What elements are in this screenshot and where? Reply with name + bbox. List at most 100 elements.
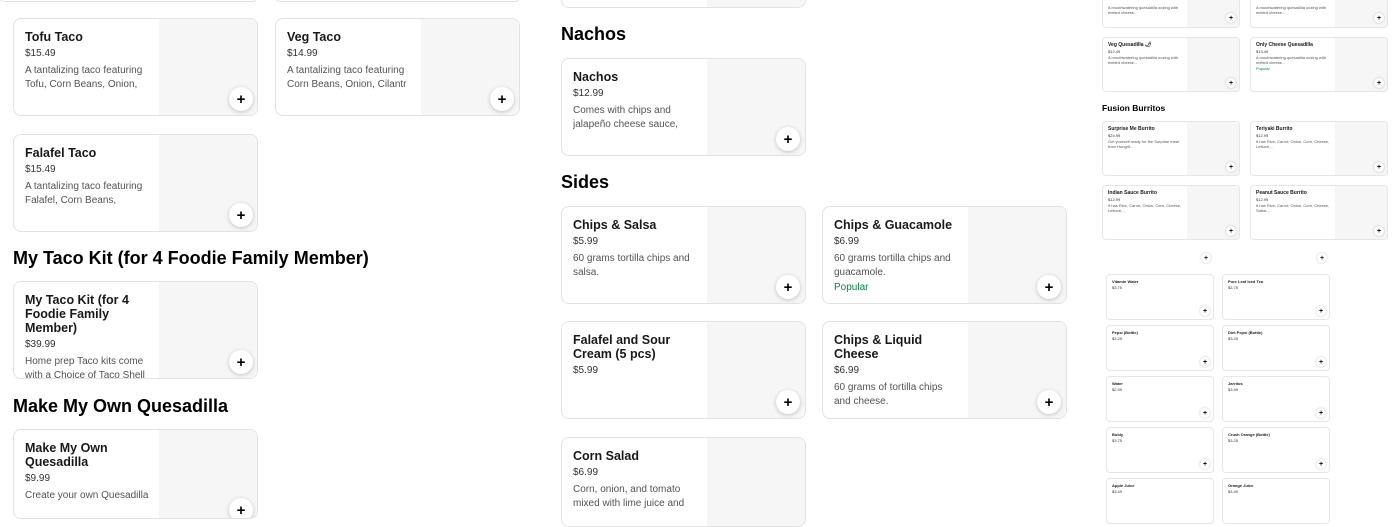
- item-description: 60 grams tortilla chips and guacamole.: [834, 253, 951, 278]
- item-name: Crush Orange (Bottle): [1228, 432, 1270, 437]
- menu-item-card-partial[interactable]: [561, 0, 806, 8]
- item-name: Veg Quesadilla 🌶: [1108, 42, 1152, 48]
- add-icon[interactable]: +: [229, 203, 253, 227]
- menu-item-card[interactable]: Teriyaki Burrito $12.99 It has Rice, Car…: [1250, 121, 1388, 176]
- add-icon[interactable]: +: [776, 275, 800, 299]
- menu-item-card[interactable]: Corn Salad $6.99 Corn, onion, and tomato…: [561, 437, 806, 527]
- item-name: My Taco Kit (for 4 Foodie Family Member): [25, 293, 129, 335]
- add-icon[interactable]: +: [1200, 459, 1210, 469]
- item-name: Vitamin Water: [1112, 279, 1139, 284]
- item-price: $12.99: [573, 88, 604, 99]
- menu-item-card[interactable]: Nachos $12.99 Comes with chips and jalap…: [561, 58, 806, 156]
- item-name: Diet Pepsi (Bottle): [1228, 330, 1263, 335]
- item-name: Apple Juice: [1112, 483, 1135, 488]
- add-icon[interactable]: +: [229, 87, 253, 111]
- beverage-card[interactable]: Bubly $3.75 +: [1106, 427, 1214, 473]
- add-icon[interactable]: +: [1226, 13, 1236, 23]
- menu-item-card[interactable]: Make My Own Quesadilla $9.99 Create your…: [13, 429, 258, 519]
- menu-item-card[interactable]: Veg Taco $14.99 A tantalizing taco featu…: [275, 18, 520, 116]
- menu-item-card[interactable]: Indian Sauce Burrito $12.99 It has Rice,…: [1102, 185, 1240, 240]
- item-name: Falafel Taco: [25, 146, 97, 160]
- menu-item-card[interactable]: Only Cheese Quesadilla $13.49 A mouthwat…: [1250, 37, 1388, 92]
- item-name: Only Cheese Quesadilla: [1256, 42, 1313, 48]
- add-icon[interactable]: +: [776, 127, 800, 151]
- add-icon[interactable]: +: [1316, 306, 1326, 316]
- add-icon[interactable]: +: [1374, 226, 1384, 236]
- item-price: $3.75: [1112, 438, 1123, 443]
- item-description: A mouthwatering quesadilla oozing with m…: [1108, 5, 1179, 15]
- add-icon[interactable]: +: [1037, 275, 1061, 299]
- menu-item-card[interactable]: Veg Quesadilla 🌶 $12.49 A mouthwatering …: [1102, 37, 1240, 92]
- add-icon[interactable]: +: [1037, 390, 1061, 414]
- add-icon[interactable]: +: [1374, 78, 1384, 88]
- add-icon[interactable]: +: [1201, 253, 1211, 263]
- add-icon[interactable]: +: [1374, 162, 1384, 172]
- menu-item-card[interactable]: Falafel Taco $15.49 A tantalizing taco f…: [13, 134, 258, 232]
- add-icon[interactable]: +: [1316, 459, 1326, 469]
- item-price: $39.99: [25, 339, 56, 350]
- add-icon[interactable]: +: [1200, 408, 1210, 418]
- menu-item-card[interactable]: A mouthwatering quesadilla oozing with m…: [1102, 0, 1240, 28]
- item-name: Make My Own Quesadilla: [25, 441, 108, 469]
- beverage-card[interactable]: Pure Leaf Iced Tea $3.75 +: [1222, 274, 1330, 320]
- item-description: A mouthwatering quesadilla oozing with m…: [1108, 55, 1179, 65]
- add-icon[interactable]: +: [229, 498, 253, 518]
- item-description: A tantalizing taco featuring Falafel, Co…: [25, 181, 143, 206]
- add-icon[interactable]: +: [1316, 357, 1326, 367]
- item-description: It has Rice, Carrot, Onion, Corn, Cheese…: [1256, 203, 1330, 213]
- item-price: $3.75: [1112, 285, 1123, 290]
- item-name: Veg Taco: [287, 30, 341, 44]
- menu-item-card[interactable]: Chips & Liquid Cheese $6.99 60 grams of …: [822, 321, 1067, 419]
- beverage-card[interactable]: Apple Juice $3.49: [1106, 478, 1214, 524]
- add-icon[interactable]: +: [1226, 78, 1236, 88]
- item-description: Get yourself ready for the Surprise meal…: [1108, 139, 1179, 149]
- item-name: Chips & Salsa: [573, 218, 657, 232]
- section-heading-fusion-burritos: Fusion Burritos: [1102, 103, 1166, 113]
- add-icon[interactable]: +: [1317, 253, 1327, 263]
- item-name: Orange Juice: [1228, 483, 1254, 488]
- item-price: $12.99: [1108, 197, 1121, 202]
- item-description: Corn, onion, and tomato mixed with lime …: [573, 484, 685, 509]
- menu-item-card[interactable]: Peanut Sauce Burrito $12.99 It has Rice,…: [1250, 185, 1388, 240]
- item-price: $3.25: [1228, 336, 1239, 341]
- menu-item-card-partial[interactable]: [275, 0, 520, 2]
- item-price: $9.99: [25, 473, 51, 484]
- beverage-card[interactable]: Vitamin Water $3.75 +: [1106, 274, 1214, 320]
- add-icon[interactable]: +: [1374, 13, 1384, 23]
- item-description: A tantalizing taco featuring Tofu, Corn …: [25, 65, 143, 90]
- add-icon[interactable]: +: [776, 390, 800, 414]
- item-price: $6.99: [834, 236, 860, 247]
- menu-item-card-partial[interactable]: [0, 0, 258, 2]
- add-icon[interactable]: +: [1200, 306, 1210, 316]
- add-icon[interactable]: +: [1226, 162, 1236, 172]
- beverage-card[interactable]: Pepsi (Bottle) $3.25 +: [1106, 325, 1214, 371]
- beverage-card[interactable]: Jarritos $3.99 +: [1222, 376, 1330, 422]
- beverage-card[interactable]: Diet Pepsi (Bottle) $3.25 +: [1222, 325, 1330, 371]
- menu-item-card[interactable]: A mouthwatering quesadilla oozing with m…: [1250, 0, 1388, 28]
- beverage-card[interactable]: Orange Juice $3.49: [1222, 478, 1330, 524]
- item-price: $3.75: [1228, 285, 1239, 290]
- item-price: $3.49: [1112, 489, 1123, 494]
- add-icon[interactable]: +: [229, 350, 253, 374]
- menu-item-card[interactable]: Tofu Taco $15.49 A tantalizing taco feat…: [13, 18, 258, 116]
- add-icon[interactable]: +: [1226, 226, 1236, 236]
- add-icon[interactable]: +: [1316, 408, 1326, 418]
- item-name: Chips & Liquid Cheese: [834, 333, 923, 361]
- section-heading-taco-kit: My Taco Kit (for 4 Foodie Family Member): [13, 248, 369, 268]
- beverage-card[interactable]: Water $2.99 +: [1106, 376, 1214, 422]
- beverage-card[interactable]: Crush Orange (Bottle) $3.25 +: [1222, 427, 1330, 473]
- item-description: Comes with chips and jalapeño cheese sau…: [573, 105, 679, 130]
- add-icon[interactable]: +: [490, 87, 514, 111]
- item-price: $15.49: [25, 48, 56, 59]
- menu-item-card[interactable]: Chips & Guacamole $6.99 60 grams tortill…: [822, 206, 1067, 304]
- menu-item-card[interactable]: My Taco Kit (for 4 Foodie Family Member)…: [13, 281, 258, 379]
- item-name: Bubly: [1112, 432, 1124, 437]
- section-heading-quesadilla: Make My Own Quesadilla: [13, 396, 229, 416]
- item-name: Water: [1112, 381, 1123, 386]
- menu-item-card[interactable]: Chips & Salsa $5.99 60 grams tortilla ch…: [561, 206, 806, 304]
- menu-item-card[interactable]: Surprise Me Burrito $24.99 Get yourself …: [1102, 121, 1240, 176]
- add-icon[interactable]: +: [1200, 357, 1210, 367]
- item-description: A mouthwatering quesadilla oozing with m…: [1256, 5, 1327, 15]
- menu-item-card[interactable]: Falafel and Sour Cream (5 pcs) $5.99 +: [561, 321, 806, 419]
- item-name: Jarritos: [1228, 381, 1243, 386]
